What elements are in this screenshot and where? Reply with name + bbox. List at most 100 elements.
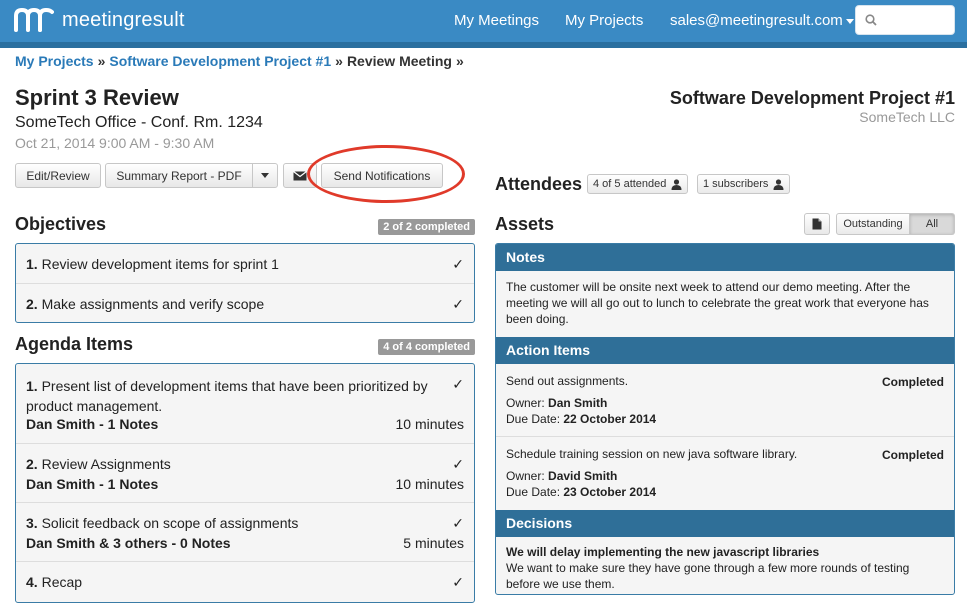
agenda-number: 3. xyxy=(26,515,38,531)
action-item-due: Due Date: 22 October 2014 xyxy=(506,411,656,427)
agenda-status-badge: 4 of 4 completed xyxy=(378,339,475,355)
agenda-item-text: 3. Solicit feedback on scope of assignme… xyxy=(26,515,298,531)
page-title: Sprint 3 Review xyxy=(15,85,179,110)
assets-title: Assets xyxy=(495,214,555,234)
agenda-duration: 10 minutes xyxy=(395,476,464,492)
agenda-owner: Dan Smith - 1 Notes xyxy=(26,476,159,492)
objectives-list: 1. Review development items for sprint 1… xyxy=(15,243,475,323)
asset-filter-toggle: Outstanding All xyxy=(836,213,955,235)
logo-mark-icon xyxy=(14,8,54,32)
agenda-title: Agenda Items xyxy=(15,334,134,354)
action-item-owner: Owner: David Smith xyxy=(506,468,617,484)
due-date: 23 October 2014 xyxy=(563,485,657,499)
objective-number: 2. xyxy=(26,296,38,312)
objective-text: Make assignments and verify scope xyxy=(41,296,265,312)
summary-report-button[interactable]: Summary Report - PDF xyxy=(105,163,253,188)
nav-my-projects[interactable]: My Projects xyxy=(565,12,643,29)
attended-count: 4 of 5 attended xyxy=(593,178,667,190)
agenda-number: 1. xyxy=(26,378,38,394)
objective-number: 1. xyxy=(26,256,38,272)
breadcrumb-my-projects[interactable]: My Projects xyxy=(15,53,94,69)
filter-all[interactable]: All xyxy=(910,213,955,235)
breadcrumb-separator: » xyxy=(97,53,106,69)
agenda-text-line1: Solicit feedback on scope of assignments xyxy=(41,515,299,531)
check-icon: ✓ xyxy=(452,296,464,312)
action-item-due: Due Date: 23 October 2014 xyxy=(506,484,656,500)
subscribers-count: 1 subscribers xyxy=(703,178,769,190)
agenda-text-line1: Recap xyxy=(41,574,83,590)
breadcrumb-project[interactable]: Software Development Project #1 xyxy=(109,53,331,69)
due-label: Due Date: xyxy=(506,485,561,499)
action-item-status: Completed xyxy=(881,448,944,462)
action-item-status: Completed xyxy=(881,375,944,389)
nav-my-meetings[interactable]: My Meetings xyxy=(454,12,539,29)
check-icon: ✓ xyxy=(452,456,464,472)
agenda-text-line1: Review Assignments xyxy=(41,456,171,472)
agenda-owner: Dan Smith - 1 Notes xyxy=(26,416,159,432)
check-icon: ✓ xyxy=(452,515,464,531)
user-email: sales@meetingresult.com xyxy=(670,12,843,29)
navbar-underline xyxy=(0,42,967,48)
decision-title: We will delay implementing the new javas… xyxy=(506,545,820,559)
edit-review-button[interactable]: Edit/Review xyxy=(15,163,101,188)
objectives-title: Objectives xyxy=(15,214,107,234)
check-icon: ✓ xyxy=(452,376,464,392)
action-items-header: Action Items xyxy=(496,337,954,364)
breadcrumb-separator: » xyxy=(455,53,464,69)
search-box[interactable] xyxy=(855,5,955,35)
owner-label: Owner: xyxy=(506,396,545,410)
notes-line: been doing. xyxy=(506,312,569,326)
list-item[interactable]: 2. Make assignments and verify scope ✓ xyxy=(16,283,474,322)
due-date: 22 October 2014 xyxy=(563,412,657,426)
assets-panel: Notes The customer will be onsite next w… xyxy=(495,243,955,595)
subscribers-chip[interactable]: 1 subscribers xyxy=(697,174,791,194)
agenda-item-text: 4. Recap xyxy=(26,574,82,590)
check-icon: ✓ xyxy=(452,256,464,272)
search-input[interactable] xyxy=(882,10,950,30)
decisions-header: Decisions xyxy=(496,510,954,537)
project-company: SomeTech LLC xyxy=(859,109,955,125)
document-button[interactable] xyxy=(804,213,830,235)
decision-text: We want to make sure they have gone thro… xyxy=(506,560,909,592)
document-icon xyxy=(812,218,822,230)
person-icon xyxy=(773,178,784,190)
search-icon xyxy=(865,14,877,26)
list-item[interactable]: 2. Review Assignments ✓ Dan Smith - 1 No… xyxy=(16,443,474,502)
app-logo[interactable]: meetingresult xyxy=(14,8,185,32)
filter-outstanding[interactable]: Outstanding xyxy=(836,213,910,235)
owner-name: Dan Smith xyxy=(548,396,608,410)
meeting-location: SomeTech Office - Conf. Rm. 1234 xyxy=(15,114,263,131)
summary-report-dropdown[interactable] xyxy=(252,163,278,188)
logo-text: meetingresult xyxy=(62,8,185,31)
owner-name: David Smith xyxy=(548,469,618,483)
agenda-owner: Dan Smith & 3 others - 0 Notes xyxy=(26,535,231,551)
agenda-item-text: 1. Present list of development items tha… xyxy=(26,376,428,416)
check-icon: ✓ xyxy=(452,574,464,590)
objectives-status-badge: 2 of 2 completed xyxy=(378,219,475,235)
objective-text: Review development items for sprint 1 xyxy=(41,256,279,272)
notes-header: Notes xyxy=(496,244,954,271)
user-menu[interactable]: sales@meetingresult.com xyxy=(670,12,854,29)
action-item-owner: Owner: Dan Smith xyxy=(506,395,607,411)
list-item[interactable]: 4. Recap ✓ xyxy=(16,561,474,601)
meeting-time: Oct 21, 2014 9:00 AM - 9:30 AM xyxy=(15,135,215,151)
person-icon xyxy=(671,178,682,190)
agenda-text-line1: Present list of development items that h… xyxy=(41,378,428,394)
breadcrumb: My Projects» Software Development Project… xyxy=(15,53,468,69)
agenda-duration: 10 minutes xyxy=(395,416,464,432)
list-item[interactable]: 3. Solicit feedback on scope of assignme… xyxy=(16,502,474,561)
list-item[interactable]: 1. Present list of development items tha… xyxy=(16,364,474,443)
highlight-annotation xyxy=(307,145,465,203)
notes-line: The customer will be onsite next week to… xyxy=(506,280,911,294)
breadcrumb-current: Review Meeting xyxy=(346,53,452,69)
agenda-text-line2: product management. xyxy=(26,398,163,414)
decision-line: before we use them. xyxy=(506,577,615,591)
agenda-duration: 5 minutes xyxy=(403,535,464,551)
attended-chip[interactable]: 4 of 5 attended xyxy=(587,174,689,194)
list-item[interactable]: 1. Review development items for sprint 1… xyxy=(16,244,474,283)
chevron-down-icon xyxy=(845,18,854,24)
agenda-number: 2. xyxy=(26,456,38,472)
notes-text: The customer will be onsite next week to… xyxy=(506,279,929,327)
owner-label: Owner: xyxy=(506,469,545,483)
attendees-title: Attendees xyxy=(495,174,583,194)
